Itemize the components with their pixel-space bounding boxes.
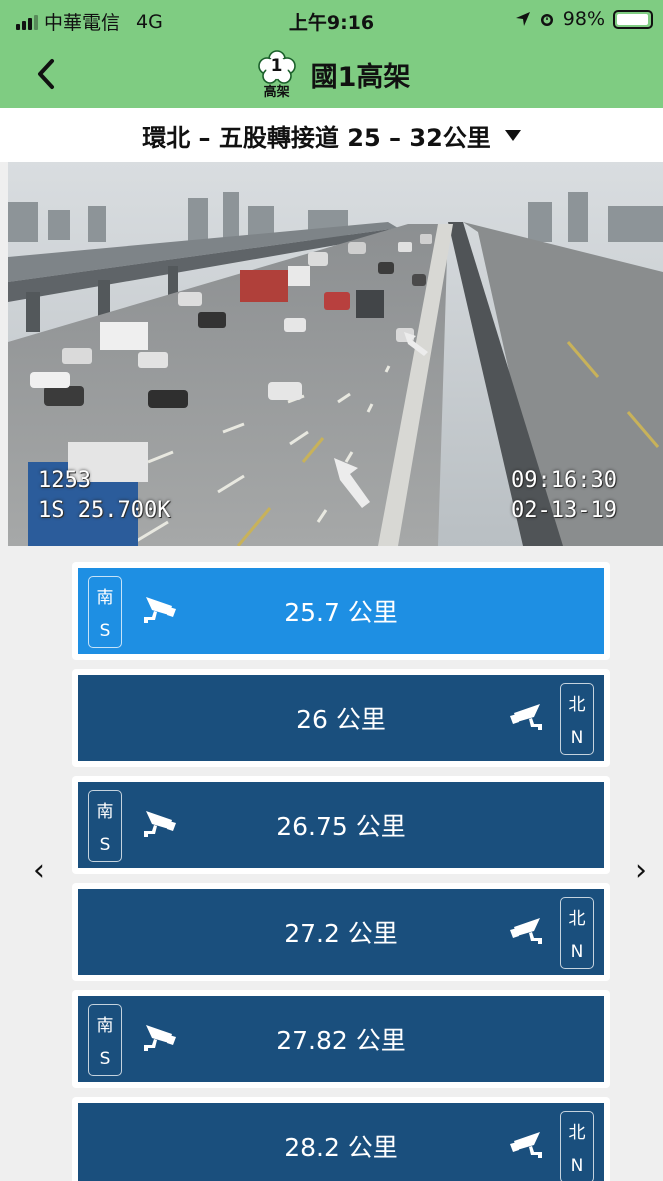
camera-list-item-body: 南 S 27.82 公里 — [78, 996, 604, 1082]
nav-bar: 1 高架 國1高架 — [0, 44, 663, 104]
alarm-icon — [540, 14, 553, 26]
camera-list-item-body: 南 S 26.75 公里 — [78, 782, 604, 868]
page-title: 國1高架 — [310, 61, 411, 93]
camera-date: 02-13-19 — [511, 498, 617, 523]
prev-page-button[interactable]: ‹ — [24, 850, 54, 890]
status-bar: 中華電信 4G 上午9:16 98% — [0, 0, 663, 40]
status-right: 98% — [515, 8, 653, 30]
logo-number: 1 — [270, 56, 283, 76]
camera-list-item[interactable]: 北 N 28.2 公里 — [72, 1097, 610, 1181]
camera-list-item[interactable]: 南 S 27.82 公里 — [72, 990, 610, 1088]
camera-list-item-body: 南 S 25.7 公里 — [78, 568, 604, 654]
camera-list-item-body: 北 N 27.2 公里 — [78, 889, 604, 975]
logo-text: 高架 — [263, 85, 290, 100]
kilometer-label: 27.2 公里 — [284, 919, 398, 948]
nav-title-group: 1 高架 國1高架 — [0, 50, 663, 100]
camera-list-item-body: 北 N 28.2 公里 — [78, 1103, 604, 1181]
triangle-down-icon — [504, 129, 521, 141]
kilometer-label: 26.75 公里 — [276, 812, 406, 841]
camera-list-item[interactable]: 南 S 25.7 公里 — [72, 562, 610, 660]
camera-list-item-body: 北 N 26 公里 — [78, 675, 604, 761]
camera-time: 09:16:30 — [511, 468, 617, 493]
battery-percent: 98% — [562, 8, 605, 30]
section-title: 環北 – 五股轉接道 25 – 32公里 — [142, 123, 491, 152]
camera-location: 1S 25.700K — [38, 498, 171, 523]
battery-icon — [613, 9, 653, 29]
camera-list: ‹ › 南 S 25.7 公里北 N 26 公里南 S 26.75 公里北 N 27.2 公里南… — [0, 546, 663, 1181]
location-arrow-icon — [515, 12, 530, 26]
section-dropdown[interactable]: 環北 – 五股轉接道 25 – 32公里 — [0, 108, 663, 162]
kilometer-label: 28.2 公里 — [284, 1133, 398, 1162]
camera-id: 1253 — [38, 468, 91, 493]
kilometer-label: 25.7 公里 — [284, 598, 398, 627]
camera-list-item[interactable]: 南 S 26.75 公里 — [72, 776, 610, 874]
camera-list-item[interactable]: 北 N 27.2 公里 — [72, 883, 610, 981]
camera-snapshot: 1253 1S 25.700K 09:16:30 02-13-19 — [8, 162, 663, 546]
kilometer-label: 26 公里 — [296, 705, 386, 734]
kilometer-label: 27.82 公里 — [276, 1026, 406, 1055]
next-page-button[interactable]: › — [626, 850, 656, 890]
app-header: 中華電信 4G 上午9:16 98% 1 高架 國1高架 — [0, 0, 663, 108]
camera-list-item[interactable]: 北 N 26 公里 — [72, 669, 610, 767]
freeway-logo: 1 高架 — [253, 50, 301, 100]
